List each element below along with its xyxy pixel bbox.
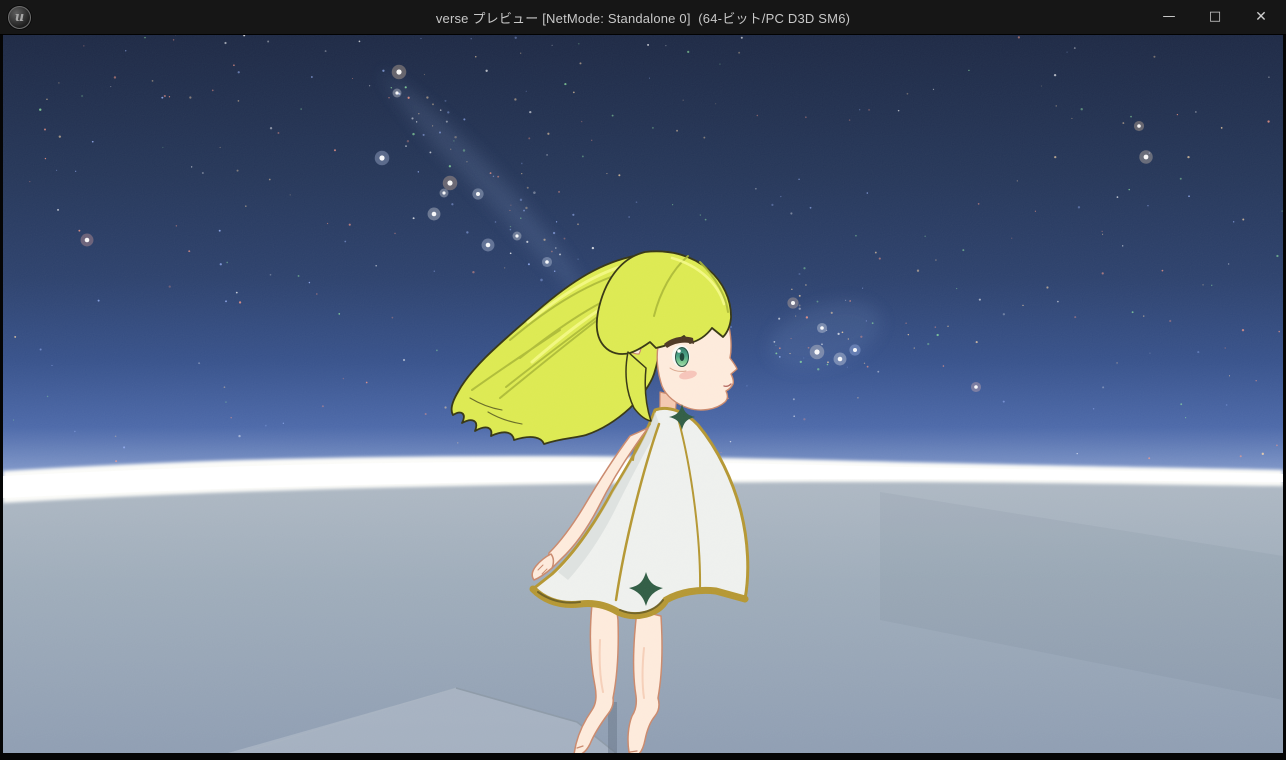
game-viewport[interactable] bbox=[3, 34, 1283, 753]
scene-canvas bbox=[3, 34, 1283, 753]
window-title: verse プレビュー [NetMode: Standalone 0] (64-… bbox=[436, 0, 850, 34]
minimize-button[interactable]: — bbox=[1146, 0, 1192, 34]
window-controls: — □ ✕ bbox=[1146, 0, 1284, 34]
unreal-engine-logo-icon: u bbox=[8, 6, 31, 29]
film-grain-overlay bbox=[3, 34, 1283, 753]
title-bar: u verse プレビュー [NetMode: Standalone 0] (6… bbox=[0, 0, 1286, 35]
close-button[interactable]: ✕ bbox=[1238, 0, 1284, 34]
maximize-button[interactable]: □ bbox=[1192, 0, 1238, 34]
